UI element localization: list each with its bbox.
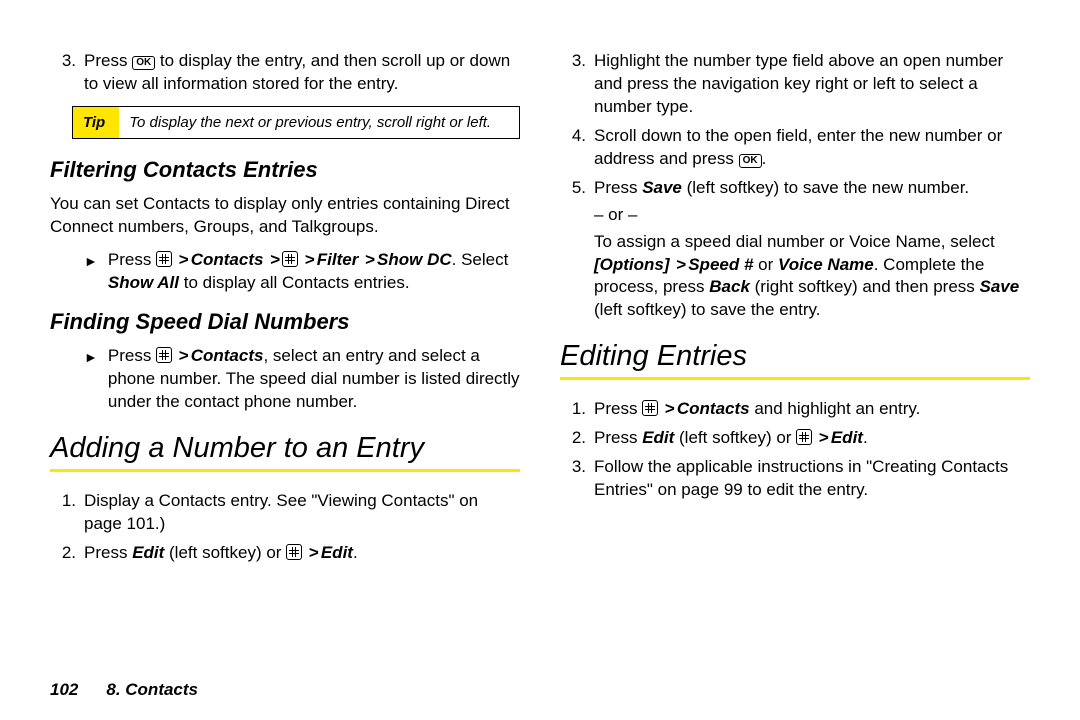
- t: (right softkey) and then press: [750, 277, 980, 296]
- t: Press: [108, 250, 156, 269]
- t: Back: [709, 277, 750, 296]
- t: or: [753, 255, 778, 274]
- divider: [50, 469, 520, 472]
- chevron-right-icon: >: [270, 250, 280, 269]
- chevron-right-icon: >: [179, 346, 189, 365]
- chevron-right-icon: >: [309, 543, 319, 562]
- t: Voice Name: [778, 255, 874, 274]
- list-item: 2. Press Edit (left softkey) or >Edit.: [560, 427, 1030, 450]
- list-item: 3. Highlight the number type field above…: [560, 50, 1030, 119]
- t: [Options]: [594, 255, 670, 274]
- t: Contacts: [677, 399, 750, 418]
- t: Filter: [317, 250, 359, 269]
- step-number: 2.: [560, 427, 594, 450]
- ok-icon: OK: [739, 154, 762, 168]
- or-divider: – or –: [594, 204, 1030, 227]
- t: Press: [594, 178, 642, 197]
- t: Edit: [831, 428, 863, 447]
- menu-icon: [156, 347, 172, 363]
- step-number: 1.: [50, 490, 84, 536]
- menu-icon: [282, 251, 298, 267]
- tip-label: Tip: [73, 107, 119, 139]
- t: Contacts: [191, 346, 264, 365]
- t: Press: [108, 346, 156, 365]
- right-column: 3. Highlight the number type field above…: [560, 50, 1030, 660]
- ok-icon: OK: [132, 56, 155, 70]
- heading-filter: Filtering Contacts Entries: [50, 157, 520, 183]
- step-text: Highlight the number type field above an…: [594, 50, 1030, 119]
- step-text: Press >Contacts, select an entry and sel…: [108, 345, 520, 414]
- list-item: 4. Scroll down to the open field, enter …: [560, 125, 1030, 171]
- t: Speed #: [688, 255, 753, 274]
- t: Press: [594, 428, 642, 447]
- t: Edit: [321, 543, 353, 562]
- chevron-right-icon: >: [665, 399, 675, 418]
- page-number: 102: [50, 680, 78, 700]
- t: (left softkey) to save the new number.: [682, 178, 969, 197]
- list-item: Press >Contacts > >Filter >Show DC. Sele…: [50, 249, 520, 295]
- t: To assign a speed dial number or Voice N…: [594, 232, 995, 251]
- page-body: 3. Press OK to display the entry, and th…: [0, 0, 1080, 680]
- t: and highlight an entry.: [750, 399, 921, 418]
- t: Save: [642, 178, 682, 197]
- paragraph: You can set Contacts to display only ent…: [50, 193, 520, 239]
- t: (left softkey) or: [674, 428, 796, 447]
- tip-box: Tip To display the next or previous entr…: [72, 106, 520, 140]
- t: Show All: [108, 273, 179, 292]
- step-text: Press Save (left softkey) to save the ne…: [594, 177, 1030, 323]
- chevron-right-icon: >: [365, 250, 375, 269]
- tip-text: To display the next or previous entry, s…: [119, 107, 501, 139]
- t: to display all Contacts entries.: [179, 273, 410, 292]
- t: Save: [980, 277, 1020, 296]
- chevron-right-icon: >: [819, 428, 829, 447]
- t: Edit: [642, 428, 674, 447]
- step-text: Press >Contacts > >Filter >Show DC. Sele…: [108, 249, 520, 295]
- t: Press: [84, 543, 132, 562]
- step-number: 3.: [560, 50, 594, 119]
- step-text: Press Edit (left softkey) or >Edit.: [84, 542, 520, 565]
- text: Press: [84, 51, 132, 70]
- menu-icon: [642, 400, 658, 416]
- page-footer: 102 8. Contacts: [0, 680, 1080, 720]
- menu-icon: [796, 429, 812, 445]
- t: Contacts: [191, 250, 264, 269]
- heading-adding: Adding a Number to an Entry: [50, 432, 520, 465]
- list-item: 3. Follow the applicable instructions in…: [560, 456, 1030, 502]
- step-number: 3.: [50, 50, 84, 96]
- menu-icon: [156, 251, 172, 267]
- list-item: 1. Press >Contacts and highlight an entr…: [560, 398, 1030, 421]
- t: Edit: [132, 543, 164, 562]
- t: (left softkey) to save the entry.: [594, 300, 820, 319]
- t: Press: [594, 399, 642, 418]
- step-number: 5.: [560, 177, 594, 323]
- step-number: 2.: [50, 542, 84, 565]
- step-text: Press OK to display the entry, and then …: [84, 50, 520, 96]
- heading-editing: Editing Entries: [560, 340, 1030, 373]
- menu-icon: [286, 544, 302, 560]
- step-text: Display a Contacts entry. See "Viewing C…: [84, 490, 520, 536]
- t: . Select: [452, 250, 509, 269]
- chevron-right-icon: >: [305, 250, 315, 269]
- step-text: Follow the applicable instructions in "C…: [594, 456, 1030, 502]
- step-number: 3.: [560, 456, 594, 502]
- t: (left softkey) or: [164, 543, 286, 562]
- t: Scroll down to the open field, enter the…: [594, 126, 1002, 168]
- list-item: Press >Contacts, select an entry and sel…: [50, 345, 520, 414]
- list-item: 2. Press Edit (left softkey) or >Edit.: [50, 542, 520, 565]
- divider: [560, 377, 1030, 380]
- chapter-label: 8. Contacts: [106, 680, 198, 700]
- step-text: Press >Contacts and highlight an entry.: [594, 398, 1030, 421]
- step-text: Scroll down to the open field, enter the…: [594, 125, 1030, 171]
- heading-speed: Finding Speed Dial Numbers: [50, 309, 520, 335]
- step-number: 1.: [560, 398, 594, 421]
- list-item: 1. Display a Contacts entry. See "Viewin…: [50, 490, 520, 536]
- t: Show DC: [377, 250, 452, 269]
- list-item: 5. Press Save (left softkey) to save the…: [560, 177, 1030, 323]
- list-item: 3. Press OK to display the entry, and th…: [50, 50, 520, 96]
- step-text: Press Edit (left softkey) or >Edit.: [594, 427, 1030, 450]
- chevron-right-icon: >: [676, 255, 686, 274]
- left-column: 3. Press OK to display the entry, and th…: [50, 50, 520, 660]
- step-number: 4.: [560, 125, 594, 171]
- chevron-right-icon: >: [179, 250, 189, 269]
